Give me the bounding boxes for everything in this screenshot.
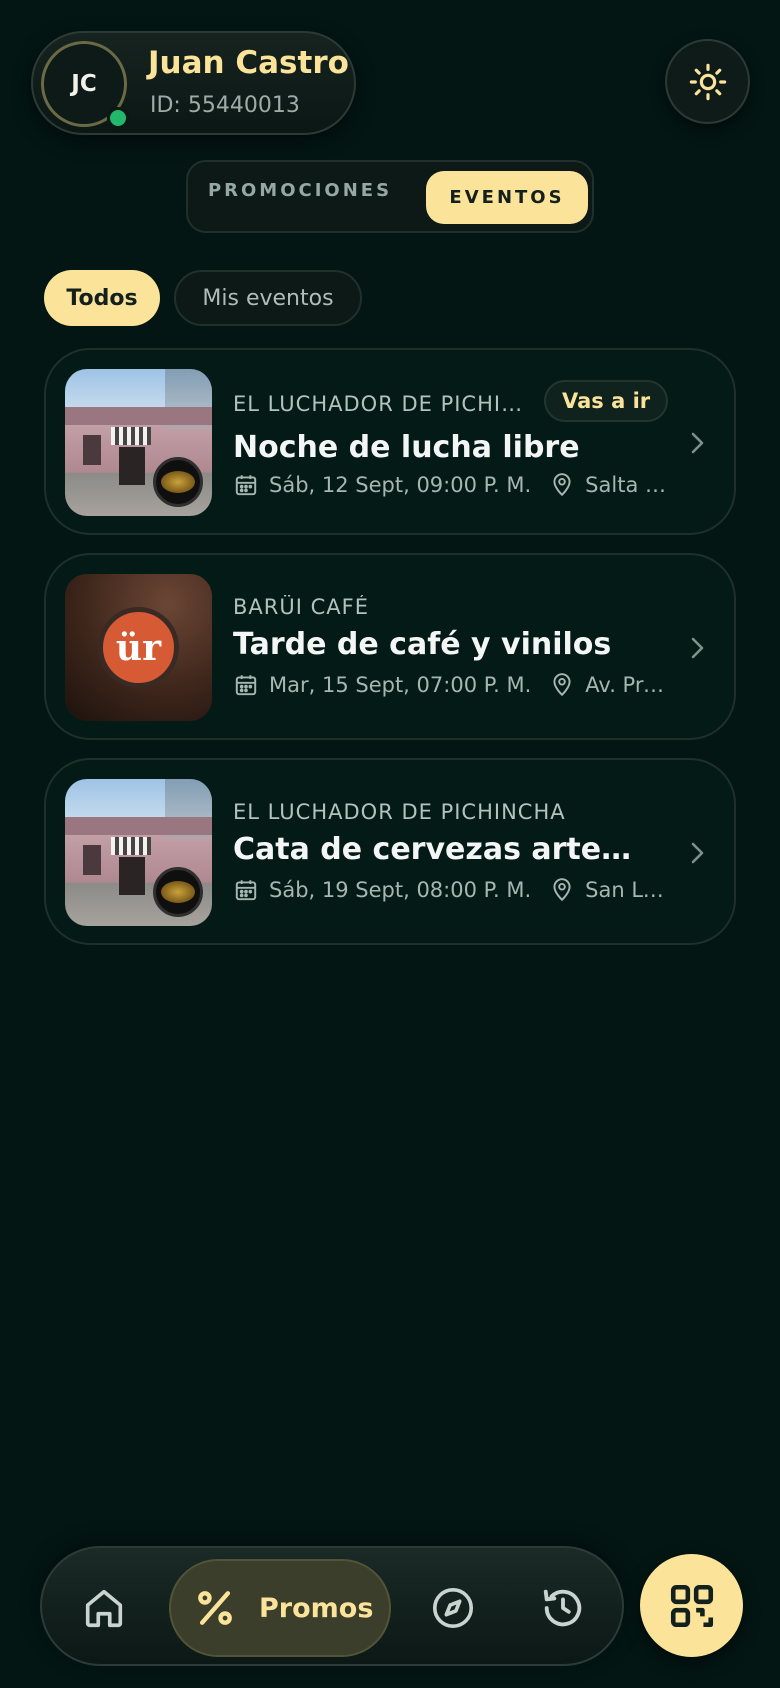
event-title: Noche de lucha libre [233,430,580,465]
chevron-right-icon [691,842,704,864]
event-meta: Mar, 15 Sept, 07:00 P. M. Av. Pro... [233,672,675,698]
venue-logo-badge [153,867,203,917]
calendar-icon [235,675,257,696]
going-badge: Vas a ir [544,380,669,422]
event-date: Sáb, 19 Sept, 08:00 P. M. [269,878,532,902]
avatar-initials: JC [71,71,97,97]
nav-promos-button[interactable]: Promos [169,1559,391,1657]
tab-promociones[interactable]: PROMOCIONES [200,164,400,217]
event-venue: EL LUCHADOR DE PICHINCHA [233,800,566,824]
user-name: Juan Castro [148,45,349,81]
event-venue: BARÜI CAFÉ [233,595,369,619]
nav-home-button[interactable] [74,1578,134,1638]
sun-icon [689,63,726,100]
calendar-icon [235,880,257,901]
event-card[interactable]: ür BARÜI CAFÉ Tarde de café y vinilos Ma… [44,553,736,740]
event-thumbnail [65,369,212,516]
map-pin-icon [553,878,571,902]
event-venue: EL LUCHADOR DE PICHINCHA [233,392,523,416]
calendar-icon [235,475,257,496]
section-tabs: PROMOCIONES EVENTOS [186,160,594,233]
event-thumbnail [65,779,212,926]
nav-explore-button[interactable] [423,1578,483,1638]
bottom-nav: Promos [40,1546,624,1666]
user-id: ID: 55440013 [150,93,300,118]
event-meta: Sáb, 12 Sept, 09:00 P. M. Salta 3... [233,472,675,498]
venue-logo-badge [153,457,203,507]
home-icon [85,1589,123,1628]
cafe-logo: ür [98,607,179,688]
qr-scan-button[interactable] [640,1554,743,1657]
event-date: Sáb, 12 Sept, 09:00 P. M. [269,473,532,497]
event-card[interactable]: EL LUCHADOR DE PICHINCHA Cata de cerveza… [44,758,736,945]
map-pin-icon [553,673,571,697]
nav-history-button[interactable] [533,1578,593,1638]
filter-mis-eventos[interactable]: Mis eventos [174,270,362,326]
event-card[interactable]: EL LUCHADOR DE PICHINCHA Vas a ir Noche … [44,348,736,535]
theme-toggle-button[interactable] [665,39,750,124]
event-meta: Sáb, 19 Sept, 08:00 P. M. San Lo... [233,877,675,903]
event-title: Tarde de café y vinilos [233,627,612,662]
history-icon [543,1589,582,1627]
event-date: Mar, 15 Sept, 07:00 P. M. [269,673,532,697]
tab-eventos[interactable]: EVENTOS [426,171,588,224]
online-status-dot [107,107,129,129]
compass-icon [432,1587,474,1629]
event-location: San Lo... [585,878,676,902]
filter-todos[interactable]: Todos [44,270,160,326]
chevron-right-icon [691,637,704,659]
percent-icon [198,1591,232,1625]
event-thumbnail: ür [65,574,212,721]
event-location: Av. Pro... [585,673,676,697]
nav-promos-label: Promos [259,1592,374,1624]
event-location: Salta 3... [585,473,676,497]
qr-code-icon [670,1584,713,1627]
map-pin-icon [553,473,571,497]
chevron-right-icon [691,432,704,454]
profile-pill[interactable]: JC Juan Castro ID: 55440013 [31,31,356,135]
event-title: Cata de cervezas artesanales [233,832,648,867]
